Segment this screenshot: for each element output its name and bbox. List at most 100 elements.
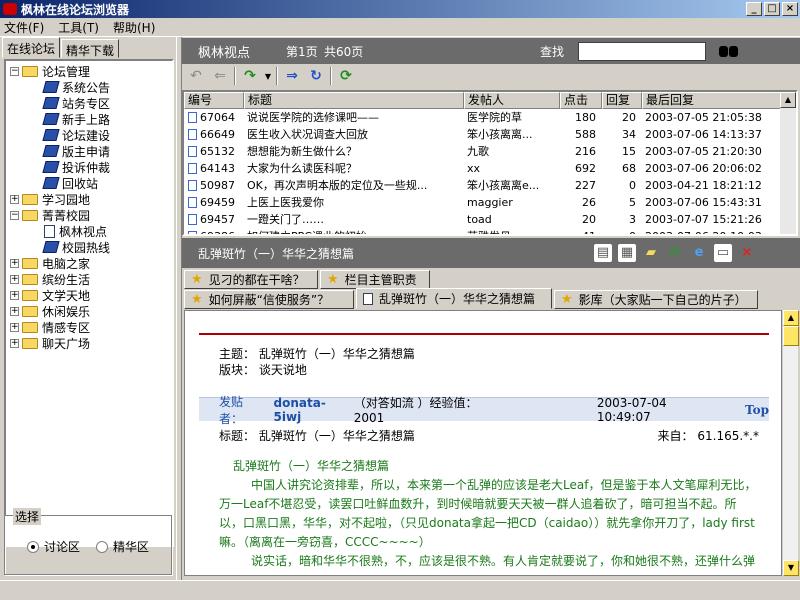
col-title[interactable]: 标题 [244,92,464,109]
menu-file[interactable]: 文件(F) [4,19,44,36]
table-row[interactable]: 66649 医生收入状况调查大回放 笨小孩离离... 588 34 2003-07-06 … [184,126,796,143]
table-row[interactable]: 50987 OK，再次声明本版的定位及一些规... 笨小孩离离e... 227 0 200… [184,177,796,194]
tree-node[interactable]: 枫林视点 [10,223,172,239]
tree-node[interactable]: + 情感专区 [10,319,172,335]
table-row[interactable]: 69457 一蹬关门了…… toad 20 3 2003-07-07 15:21:26 [184,211,796,228]
refresh-icon[interactable]: ⟳ [666,244,684,262]
tree-node[interactable]: + 电脑之家 [10,255,172,271]
window-icon[interactable]: ▭ [714,244,732,262]
row-replies: 0 [602,228,642,234]
total-pages: 共60页 [324,44,364,59]
tree-node[interactable]: + 聊天广场 [10,335,172,351]
expand-icon[interactable]: + [10,290,19,300]
poster-name[interactable]: donata-5iwj [274,396,348,424]
undo-icon[interactable]: ↶ [186,67,206,85]
radio-dot[interactable] [96,540,109,553]
open-folder-icon[interactable]: ▰ [642,244,660,262]
radio-dot[interactable] [27,540,39,553]
expand-icon[interactable]: + [10,322,19,332]
close-post-icon[interactable]: × [738,244,756,262]
tree-node[interactable]: − 论坛管理 [10,63,172,79]
col-replies[interactable]: 回复 [602,92,642,109]
poster-info-bar: 发贴者： donata-5iwj （对答如流 ）经验值：2001 2003-07… [199,395,769,426]
minimize-button[interactable]: _ [746,2,762,16]
left-panel: 在线论坛 精华下载 − 论坛管理 系统公告 站务专区 新手上路 论坛建设 版主申请 投诉仲裁回… [0,37,176,580]
collapse-icon[interactable]: − [10,210,19,220]
table-row[interactable]: 65132 想想能为新生做什么？ 九歌 216 15 2003-07-05 21:20:3… [184,143,796,160]
paste-icon[interactable]: ▦ [618,244,636,262]
tree-node[interactable]: + 休闲娱乐 [10,303,172,319]
tree-node[interactable]: 投诉仲裁 [10,159,172,175]
tree-node[interactable]: 论坛建设 [10,127,172,143]
forward-green-icon[interactable]: ↷ [240,67,260,85]
list-header: 编号 标题 发帖人 点击 回复 最后回复 [184,92,796,109]
tree-node[interactable]: 新手上路 [10,111,172,127]
title-row: 标题： 乱弹斑竹（一）华华之猜想篇 来自： 61.165.*.* [219,427,759,444]
tab-digest-download[interactable]: 精华下载 [61,39,120,58]
radio-digest[interactable]: 精华区 [96,538,149,555]
tree-node[interactable]: − 菁菁校园 [10,207,172,223]
tree-node-label: 论坛管理 [42,64,91,79]
table-row[interactable]: 64143 大家为什么读医科呢？ xx 692 68 2003-07-06 20:06:0… [184,160,796,177]
table-row[interactable]: 67064 说说医学院的选修课吧—— 医学院的草 180 20 2003-07-05 21… [184,109,796,126]
top-link[interactable]: Top [745,403,769,417]
tree-node[interactable]: 系统公告 [10,79,172,95]
scroll-thumb[interactable] [783,326,799,346]
expand-icon[interactable]: + [10,274,19,284]
page-icon [44,224,55,238]
expand-icon[interactable]: + [10,306,19,316]
tree-node[interactable]: 版主申请 [10,143,172,159]
redo-icon[interactable]: ↻ [306,67,326,85]
table-row[interactable]: 69386 如何建立PPC课业的初始花雅发见4102003-07-06 20:10… [184,228,796,234]
expand-icon[interactable]: + [10,338,19,348]
binoculars-search-icon[interactable] [718,43,740,59]
expand-icon[interactable]: + [10,194,19,204]
back-arrow-icon[interactable]: ⇐ [210,67,230,85]
col-author[interactable]: 发帖人 [464,92,560,109]
star-icon: ★ [191,292,203,307]
col-last-reply[interactable]: 最后回复 [642,92,782,109]
tree-node[interactable]: + 缤纷生活 [10,271,172,287]
tree-node[interactable]: 站务专区 [10,95,172,111]
col-id[interactable]: 编号 [184,92,244,109]
next-arrow-icon[interactable]: ⇒ [282,67,302,85]
search-input[interactable] [578,41,706,61]
tab-post-5[interactable]: ★ 影库（大家贴一下自己的片子） [554,290,758,309]
scroll-up-icon[interactable]: ▲ [780,92,796,108]
browser-icon[interactable]: e [690,244,708,262]
radio-discussion[interactable]: 讨论区 [27,538,80,555]
content-scrollbar[interactable]: ▲ ▼ [782,310,799,576]
refresh-icon[interactable]: ⟳ [336,67,356,85]
tree-node[interactable]: 校园热线 [10,239,172,255]
list-scrollbar[interactable]: ▲ [780,92,796,234]
col-clicks[interactable]: 点击 [560,92,602,109]
tree-node-label: 回收站 [62,176,99,191]
table-row[interactable]: 69459 上医上医我爱你 maggier 26 5 2003-07-06 15:43:3… [184,194,796,211]
tree-node[interactable]: + 学习园地 [10,191,172,207]
subject-line: 主题： 乱弹斑竹（一）华华之猜想篇 [219,345,415,362]
close-button[interactable]: × [782,2,798,16]
tab-post-1[interactable]: ★ 见刁的都在干啥？ [184,270,318,289]
tab-online-forum[interactable]: 在线论坛 [2,37,61,58]
row-author: xx [467,162,481,175]
tree-node[interactable]: + 文学天地 [10,287,172,303]
row-id: 69459 [184,194,244,211]
scroll-down-icon[interactable]: ▼ [783,560,799,576]
tab-post-3[interactable]: ★ 如何屏蔽“信使服务”？ [184,290,354,309]
maximize-button[interactable]: □ [764,2,780,16]
open-folder-icon [22,65,38,77]
scroll-up-icon[interactable]: ▲ [783,310,799,326]
tree-node-label: 菁菁校园 [42,208,91,223]
tab-post-2[interactable]: ★ 栏目主管职责 [320,270,430,289]
tree-node-label: 枫林视点 [59,224,108,239]
expand-icon[interactable]: + [10,258,19,268]
dropdown-arrow-icon[interactable]: ▼ [264,67,272,85]
tab-post-4[interactable]: 乱弹斑竹（一）华华之猜想篇 [356,288,552,309]
menu-tools[interactable]: 工具(T) [58,19,99,36]
menu-help[interactable]: 帮助(H) [113,19,155,36]
notepad-icon[interactable]: ▤ [594,244,612,262]
row-replies: 0 [629,179,636,192]
tree-node[interactable]: 回收站 [10,175,172,191]
row-last-reply: 2003-07-05 21:20:30 [645,145,762,158]
collapse-icon[interactable]: − [10,66,19,76]
